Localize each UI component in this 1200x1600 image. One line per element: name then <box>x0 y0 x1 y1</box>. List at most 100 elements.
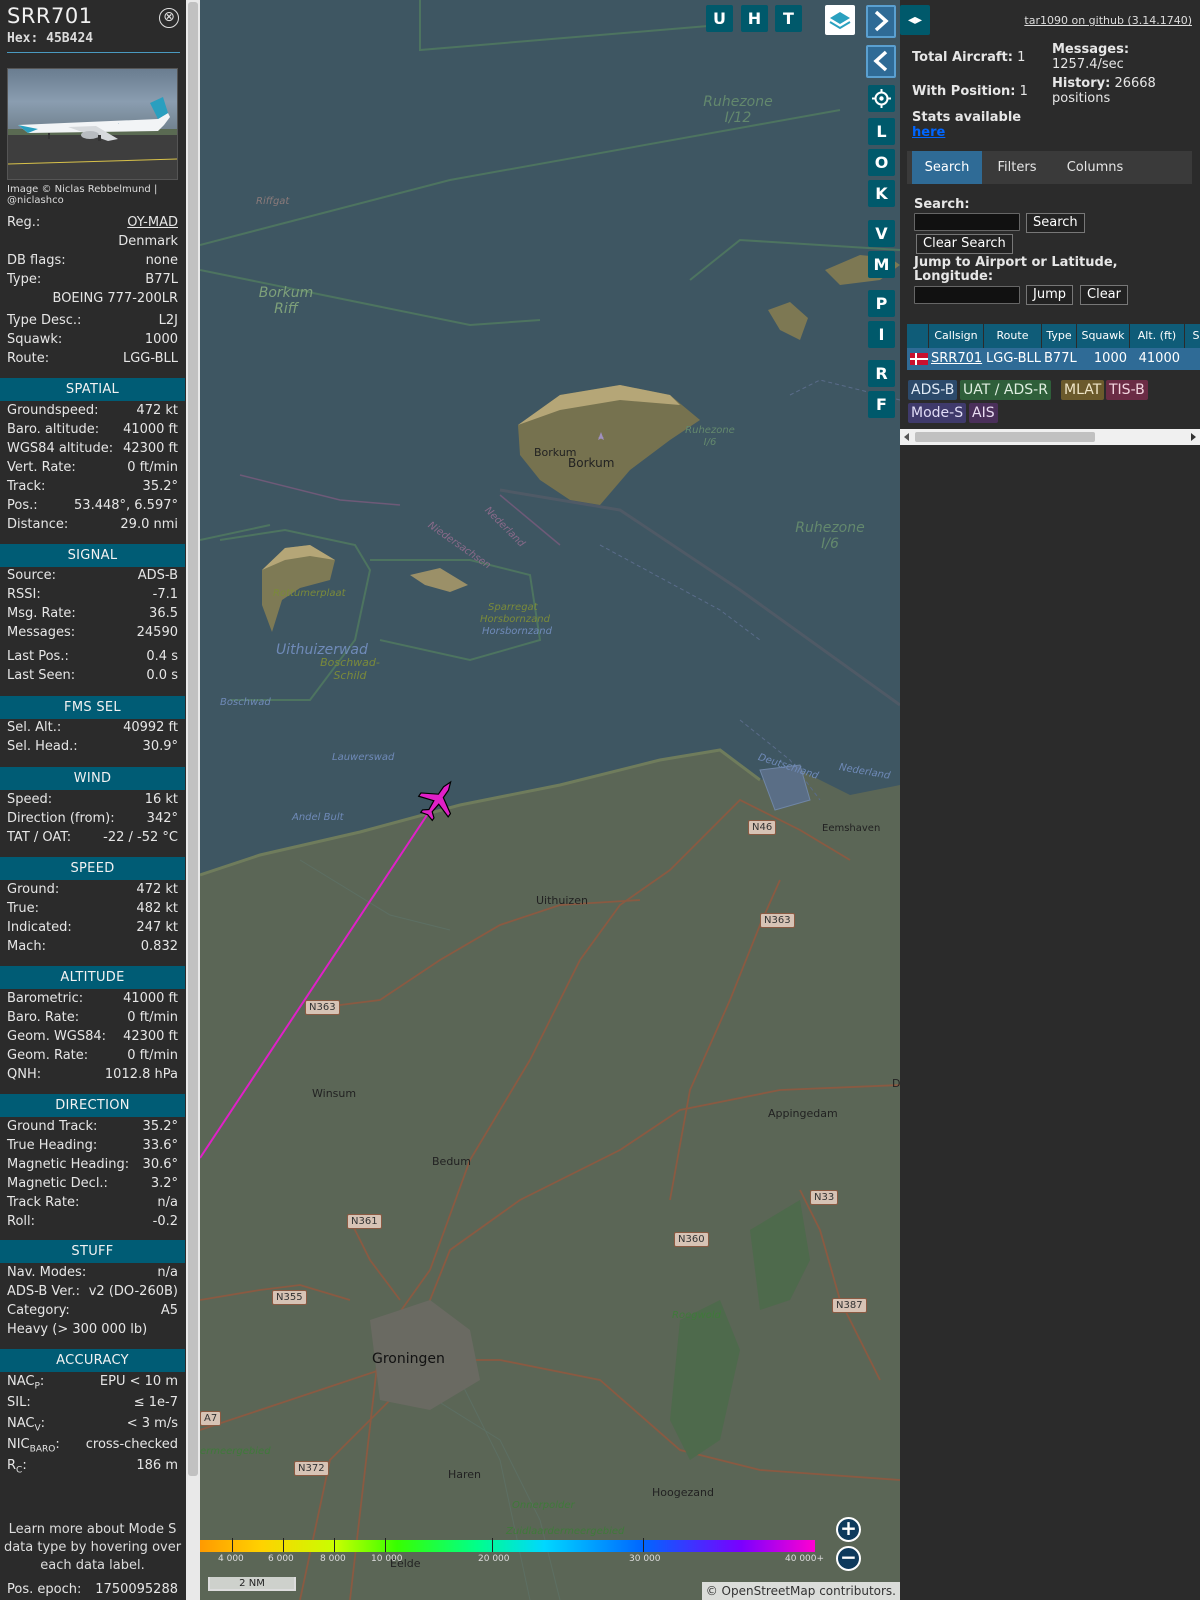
button-f[interactable]: F <box>868 391 895 418</box>
button-k[interactable]: K <box>868 180 895 207</box>
clear-search-button[interactable]: Clear Search <box>916 234 1013 254</box>
info-label[interactable]: True Heading: <box>7 1136 97 1155</box>
info-label[interactable]: RC: <box>7 1456 27 1476</box>
info-label[interactable]: Nav. Modes: <box>7 1263 86 1282</box>
registration-link[interactable]: OY-MAD <box>127 213 178 232</box>
info-label[interactable]: Category: <box>7 1301 70 1320</box>
button-i[interactable]: I <box>868 321 895 348</box>
info-label[interactable]: Pos.: <box>7 496 38 515</box>
button-r[interactable]: R <box>868 360 895 387</box>
table-row[interactable]: SRR701 LGG-BLL B77L 1000 41000 <box>907 348 1200 370</box>
info-label[interactable]: Speed: <box>7 790 52 809</box>
info-label[interactable]: Messages: <box>7 623 75 642</box>
info-label[interactable]: Ground: <box>7 880 59 899</box>
table-horizontal-scrollbar[interactable] <box>900 429 1200 445</box>
section-header-stuff[interactable]: STUFF <box>0 1240 185 1263</box>
button-u[interactable]: U <box>706 5 733 32</box>
info-label[interactable]: Ground Track: <box>7 1117 97 1136</box>
info-label[interactable]: Baro. Rate: <box>7 1008 79 1027</box>
photo-credit[interactable]: Image © Niclas Rebbelmund | @niclashco <box>7 184 182 206</box>
button-h[interactable]: H <box>741 5 768 32</box>
info-label[interactable]: Track Rate: <box>7 1193 79 1212</box>
source-chip-mode-s[interactable]: Mode-S <box>908 403 967 423</box>
zoom-out-button[interactable]: − <box>836 1546 861 1571</box>
source-chip-ads-b[interactable]: ADS-B <box>908 380 958 400</box>
source-chip-ais[interactable]: AIS <box>969 403 998 423</box>
chevron-left-icon[interactable] <box>866 45 896 78</box>
button-t[interactable]: T <box>775 5 802 32</box>
section-header-altitude[interactable]: ALTITUDE <box>0 966 185 989</box>
info-label[interactable]: Last Seen: <box>7 666 75 685</box>
zoom-in-button[interactable]: + <box>836 1517 861 1542</box>
info-label[interactable]: Sel. Alt.: <box>7 718 61 737</box>
sidebar-scrollbar[interactable] <box>186 0 200 1600</box>
info-label[interactable]: Roll: <box>7 1212 35 1231</box>
info-label[interactable]: Direction (from): <box>7 809 115 828</box>
info-label[interactable]: NACP: <box>7 1372 44 1392</box>
info-label[interactable]: Geom. Rate: <box>7 1046 88 1065</box>
tab-columns[interactable]: Columns <box>1053 151 1137 184</box>
info-label[interactable]: Track: <box>7 477 45 496</box>
info-label[interactable]: QNH: <box>7 1065 41 1084</box>
info-label[interactable]: NACV: <box>7 1414 45 1434</box>
expand-panel-toggle[interactable]: ◂▸ <box>900 5 930 35</box>
layers-button[interactable] <box>825 5 855 35</box>
info-label[interactable]: Geom. WGS84: <box>7 1027 106 1046</box>
column-type[interactable]: Type <box>1042 324 1077 348</box>
scrollbar-thumb[interactable] <box>188 2 198 1476</box>
info-label[interactable]: Source: <box>7 566 56 585</box>
button-m[interactable]: M <box>868 251 895 278</box>
jump-input[interactable] <box>914 286 1020 304</box>
osm-link[interactable]: OpenStreetMap <box>722 1584 816 1598</box>
map-view[interactable]: Ruhezone I/12 Riffgat Borkum Riff Borkum Bor… <box>200 0 900 1600</box>
info-label[interactable]: True: <box>7 899 39 918</box>
button-p[interactable]: P <box>868 290 895 317</box>
scroll-right-icon[interactable] <box>1188 432 1198 442</box>
info-label[interactable]: Groundspeed: <box>7 401 98 420</box>
column-altitude[interactable]: Alt. (ft) <box>1130 324 1185 348</box>
column-speed[interactable]: Sp <box>1185 324 1200 348</box>
github-link[interactable]: tar1090 on github (3.14.1740) <box>1024 14 1192 27</box>
button-l[interactable]: L <box>868 118 895 145</box>
section-header-wind[interactable]: WIND <box>0 767 185 790</box>
column-route[interactable]: Route <box>984 324 1042 348</box>
info-label[interactable]: Barometric: <box>7 989 83 1008</box>
button-v[interactable]: V <box>868 220 895 247</box>
info-label[interactable]: Baro. altitude: <box>7 420 99 439</box>
close-icon[interactable]: ⊗ <box>159 8 179 28</box>
info-label[interactable]: Vert. Rate: <box>7 458 76 477</box>
section-header-speed[interactable]: SPEED <box>0 857 185 880</box>
button-o[interactable]: O <box>868 149 895 176</box>
column-callsign[interactable]: Callsign <box>929 324 984 348</box>
tab-search[interactable]: Search <box>912 151 982 184</box>
info-label[interactable]: Last Pos.: <box>7 647 69 666</box>
info-label[interactable]: RSSI: <box>7 585 41 604</box>
column-squawk[interactable]: Squawk <box>1077 324 1130 348</box>
info-label[interactable]: Mach: <box>7 937 46 956</box>
info-label[interactable]: Sel. Head.: <box>7 737 78 756</box>
scrollbar-thumb[interactable] <box>915 432 1095 442</box>
source-chip-uat-ads-r[interactable]: UAT / ADS-R <box>960 380 1051 400</box>
search-input[interactable] <box>914 213 1020 231</box>
clear-jump-button[interactable]: Clear <box>1080 285 1128 305</box>
source-chip-mlat[interactable]: MLAT <box>1061 380 1105 400</box>
chevron-right-icon[interactable] <box>866 5 896 38</box>
info-label[interactable]: Msg. Rate: <box>7 604 76 623</box>
info-label[interactable]: Distance: <box>7 515 68 534</box>
info-label[interactable]: SIL: <box>7 1393 31 1412</box>
stats-here-link[interactable]: here <box>912 125 945 140</box>
search-button[interactable]: Search <box>1026 213 1085 233</box>
section-header-fms-sel[interactable]: FMS SEL <box>0 696 185 719</box>
section-header-direction[interactable]: DIRECTION <box>0 1094 185 1117</box>
info-label[interactable]: Magnetic Decl.: <box>7 1174 108 1193</box>
source-chip-tis-b[interactable]: TIS-B <box>1106 380 1148 400</box>
settings-gear-icon[interactable] <box>868 85 895 112</box>
info-label[interactable]: NICBARO: <box>7 1435 60 1455</box>
info-label[interactable]: ADS-B Ver.: <box>7 1282 80 1301</box>
tab-filters[interactable]: Filters <box>987 151 1047 184</box>
info-label[interactable]: TAT / OAT: <box>7 828 71 847</box>
jump-button[interactable]: Jump <box>1026 285 1073 305</box>
info-label[interactable]: Magnetic Heading: <box>7 1155 129 1174</box>
info-label[interactable]: WGS84 altitude: <box>7 439 113 458</box>
section-header-signal[interactable]: SIGNAL <box>0 544 185 567</box>
